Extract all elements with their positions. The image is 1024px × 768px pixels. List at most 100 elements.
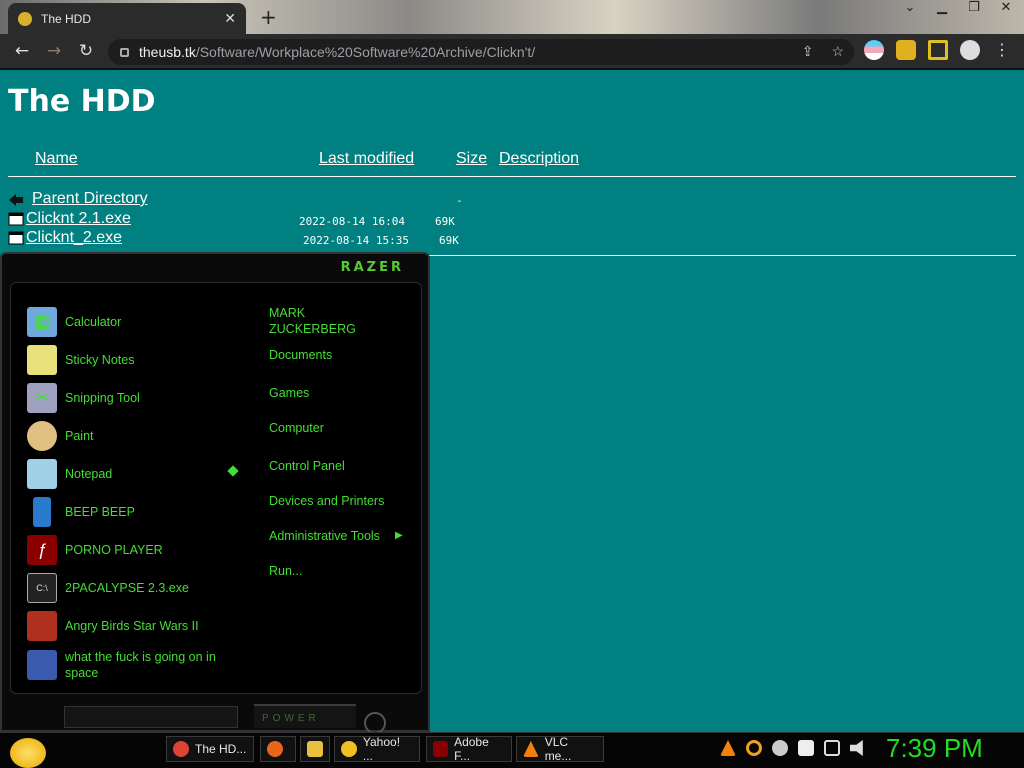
program-angry-birds-space[interactable]: what the fuck is going on in space bbox=[27, 649, 227, 681]
start-search-box[interactable] bbox=[64, 706, 238, 728]
razer-logo: RAZER bbox=[340, 260, 404, 275]
taskbar-item-chrome[interactable]: The HD... bbox=[166, 736, 254, 762]
minimize-button[interactable]: ▁ bbox=[930, 0, 954, 15]
program-label: Calculator bbox=[65, 315, 122, 329]
tab-close-button[interactable]: ✕ bbox=[224, 11, 236, 27]
program-label: Sticky Notes bbox=[65, 353, 135, 367]
program-paint[interactable]: Paint bbox=[27, 421, 94, 451]
column-header-description[interactable]: Description bbox=[499, 150, 579, 168]
chevron-down-icon[interactable]: ⌄ bbox=[898, 0, 922, 15]
taskbar-item-label: VLC me... bbox=[544, 735, 572, 763]
table-row: Clicknt_2.exe bbox=[8, 229, 122, 247]
tab-favicon-icon bbox=[18, 11, 32, 26]
bookmark-star-icon[interactable]: ☆ bbox=[831, 43, 844, 60]
place-computer[interactable]: Computer bbox=[269, 421, 324, 435]
angry-birds-sw-icon bbox=[27, 611, 57, 641]
folder-icon bbox=[307, 741, 323, 757]
share-icon[interactable]: ⇪ bbox=[802, 43, 814, 60]
place-administrative-tools[interactable]: Administrative Tools bbox=[269, 529, 380, 543]
header-divider bbox=[8, 176, 1016, 177]
file-modified: 2022-08-14 16:04 bbox=[299, 215, 405, 228]
place-games[interactable]: Games bbox=[269, 386, 309, 400]
column-header-name[interactable]: Name bbox=[35, 150, 78, 168]
start-menu: RAZER ▦ Calculator Sticky Notes ✂ Snippi… bbox=[0, 252, 430, 734]
program-calculator[interactable]: ▦ Calculator bbox=[27, 307, 121, 337]
action-center-flag-icon[interactable] bbox=[798, 740, 814, 756]
program-porno-player[interactable]: ƒ PORNO PLAYER bbox=[27, 535, 163, 565]
phone-icon bbox=[33, 497, 51, 527]
address-bar[interactable]: theusb.tk /Software/Workplace%20Software… bbox=[108, 39, 854, 65]
taskbar-item-adobe-flash[interactable]: Adobe F... bbox=[426, 735, 512, 763]
file-modified: 2022-08-14 15:35 bbox=[303, 234, 409, 247]
file-size: 69K bbox=[435, 215, 455, 228]
place-run[interactable]: Run... bbox=[269, 564, 302, 578]
restore-button[interactable]: ❐ bbox=[962, 0, 986, 15]
program-angry-birds-star-wars[interactable]: Angry Birds Star Wars II bbox=[27, 611, 199, 641]
messenger-tray-icon[interactable] bbox=[772, 740, 788, 756]
menu-kebab-icon[interactable]: ⋮ bbox=[992, 40, 1012, 60]
forward-button[interactable]: → bbox=[38, 41, 70, 61]
power-options-icon[interactable] bbox=[364, 712, 386, 734]
side-panel-icon[interactable] bbox=[928, 40, 948, 60]
new-tab-button[interactable]: + bbox=[260, 5, 277, 29]
place-user[interactable]: MARK ZUCKERBERG bbox=[269, 305, 389, 337]
notepad-icon bbox=[27, 459, 57, 489]
column-header-last-modified[interactable]: Last modified bbox=[319, 150, 414, 168]
tab-title: The HDD bbox=[41, 11, 92, 26]
volume-icon[interactable] bbox=[850, 740, 863, 756]
reload-button[interactable]: ↻ bbox=[70, 41, 102, 61]
place-devices-and-printers[interactable]: Devices and Printers bbox=[269, 494, 384, 508]
power-button[interactable]: POWER bbox=[254, 704, 356, 728]
close-window-button[interactable]: ✕ bbox=[994, 0, 1018, 15]
program-snipping-tool[interactable]: ✂ Snipping Tool bbox=[27, 383, 140, 413]
network-icon[interactable] bbox=[824, 740, 840, 756]
file-icon bbox=[8, 212, 24, 226]
taskbar-item-explorer[interactable] bbox=[300, 736, 330, 762]
column-header-size[interactable]: Size bbox=[456, 150, 487, 168]
search-icon[interactable] bbox=[746, 740, 762, 756]
file-link[interactable]: Clicknt 2.1.exe bbox=[26, 210, 131, 228]
scissors-icon: ✂ bbox=[27, 383, 57, 413]
place-documents[interactable]: Documents bbox=[269, 348, 332, 362]
firefox-icon bbox=[267, 741, 283, 757]
program-beep-beep[interactable]: BEEP BEEP bbox=[27, 497, 135, 527]
browser-tab[interactable]: The HDD ✕ bbox=[8, 3, 246, 34]
taskbar-item-label: Yahoo! ... bbox=[362, 735, 401, 763]
taskbar-item-firefox[interactable] bbox=[260, 736, 296, 762]
program-label: what the fuck is going on in space bbox=[65, 650, 216, 680]
program-label: PORNO PLAYER bbox=[65, 543, 163, 557]
window-controls: ⌄ ▁ ❐ ✕ bbox=[898, 0, 1018, 15]
yahoo-messenger-icon bbox=[341, 741, 357, 757]
table-row: Parent Directory bbox=[8, 190, 148, 208]
taskbar-item-vlc[interactable]: VLC me... bbox=[516, 735, 604, 763]
puzzle-extensions-icon[interactable] bbox=[896, 40, 916, 60]
page-title: The HDD bbox=[8, 84, 156, 119]
program-sticky-notes[interactable]: Sticky Notes bbox=[27, 345, 134, 375]
tab-strip: The HDD ✕ + ⌄ ▁ ❐ ✕ bbox=[0, 0, 1024, 34]
program-2pacalypse[interactable]: C:\ 2PACALYPSE 2.3.exe bbox=[27, 573, 189, 603]
angry-birds-space-icon bbox=[27, 650, 57, 680]
program-label: Paint bbox=[65, 429, 94, 443]
extensions-area: ⋮ bbox=[864, 40, 1012, 60]
file-link[interactable]: Clicknt_2.exe bbox=[26, 229, 122, 247]
program-label: Snipping Tool bbox=[65, 391, 140, 405]
taskbar-item-yahoo[interactable]: Yahoo! ... bbox=[334, 735, 420, 763]
profile-avatar-icon[interactable] bbox=[960, 40, 980, 60]
file-size: 69K bbox=[439, 234, 459, 247]
calculator-icon: ▦ bbox=[27, 307, 57, 337]
taskbar-item-label: Adobe F... bbox=[454, 735, 489, 763]
url-host: theusb.tk bbox=[139, 44, 196, 60]
file-icon bbox=[8, 231, 24, 245]
taskbar-item-label: The HD... bbox=[195, 742, 247, 756]
place-control-panel[interactable]: Control Panel bbox=[269, 459, 345, 473]
flag-extension-icon[interactable] bbox=[864, 40, 884, 60]
submenu-arrow-icon: ▶ bbox=[395, 530, 403, 541]
vlc-tray-icon[interactable] bbox=[720, 740, 736, 756]
program-label: Angry Birds Star Wars II bbox=[65, 619, 199, 633]
taskbar-clock[interactable]: 7:39 PM bbox=[886, 733, 983, 764]
start-button[interactable] bbox=[10, 738, 46, 768]
back-button[interactable]: ← bbox=[6, 41, 38, 61]
program-notepad[interactable]: Notepad bbox=[27, 459, 112, 489]
parent-directory-link[interactable]: Parent Directory bbox=[32, 190, 148, 208]
program-label: 2PACALYPSE 2.3.exe bbox=[65, 581, 189, 595]
